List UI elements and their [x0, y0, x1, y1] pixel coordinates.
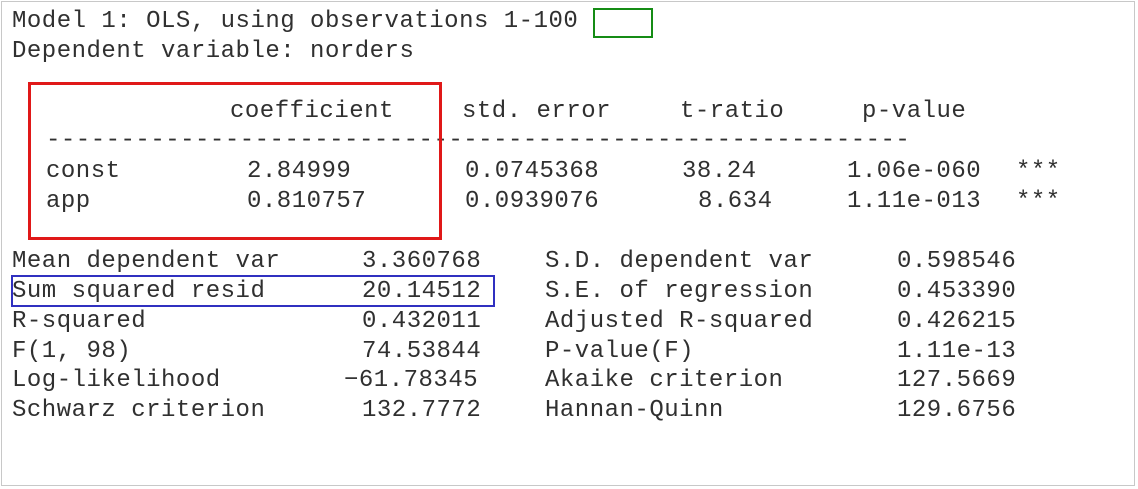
row-significance-stars: ***: [1016, 188, 1061, 215]
stat-value: 0.432011: [362, 308, 482, 335]
output-panel: Model 1: OLS, using observations 1-100 D…: [1, 1, 1135, 486]
row-significance-stars: ***: [1016, 158, 1061, 185]
stat-label: Akaike criterion: [545, 367, 784, 394]
stat-label: Adjusted R-squared: [545, 308, 814, 335]
stat-value: 74.53844: [362, 338, 482, 365]
stat-value: 1.11e-13: [897, 338, 1017, 365]
stat-label: S.E. of regression: [545, 278, 814, 305]
stat-value: 3.360768: [362, 248, 482, 275]
model-line: Model 1: OLS, using observations 1-100: [12, 7, 578, 37]
row-p-value: 1.06e-060: [847, 158, 982, 185]
stat-label: Mean dependent var: [12, 248, 281, 275]
stat-label: F(1, 98): [12, 338, 132, 365]
stat-label: Hannan-Quinn: [545, 397, 724, 424]
stat-value: −61.78345: [344, 367, 479, 394]
stat-value: 0.426215: [897, 308, 1017, 335]
stat-value: 132.7772: [362, 397, 482, 424]
row-t-ratio: 8.634: [698, 188, 773, 215]
stat-label: Log-likelihood: [12, 367, 221, 394]
dependent-variable-line: Dependent variable: norders: [12, 38, 415, 65]
stat-value: 127.5669: [897, 367, 1017, 394]
stat-label: P-value(F): [545, 338, 695, 365]
ssr-highlight-box: [11, 275, 495, 307]
stat-value: 0.453390: [897, 278, 1017, 305]
observations-highlight-box: [593, 8, 653, 38]
col-header-p-value: p-value: [862, 98, 967, 125]
observations-end: 100: [533, 8, 579, 35]
row-t-ratio: 38.24: [682, 158, 757, 185]
model-prefix: Model 1: OLS, using observations 1-: [12, 8, 534, 35]
stat-label: R-squared: [12, 308, 147, 335]
row-std-error: 0.0939076: [465, 188, 600, 215]
coefficient-highlight-box: [28, 82, 442, 240]
col-header-t-ratio: t-ratio: [680, 98, 785, 125]
stat-label: Schwarz criterion: [12, 397, 266, 424]
row-p-value: 1.11e-013: [847, 188, 982, 215]
stat-label: S.D. dependent var: [545, 248, 814, 275]
stat-value: 129.6756: [897, 397, 1017, 424]
col-header-std-error: std. error: [462, 98, 612, 125]
stat-value: 0.598546: [897, 248, 1017, 275]
row-std-error: 0.0745368: [465, 158, 600, 185]
